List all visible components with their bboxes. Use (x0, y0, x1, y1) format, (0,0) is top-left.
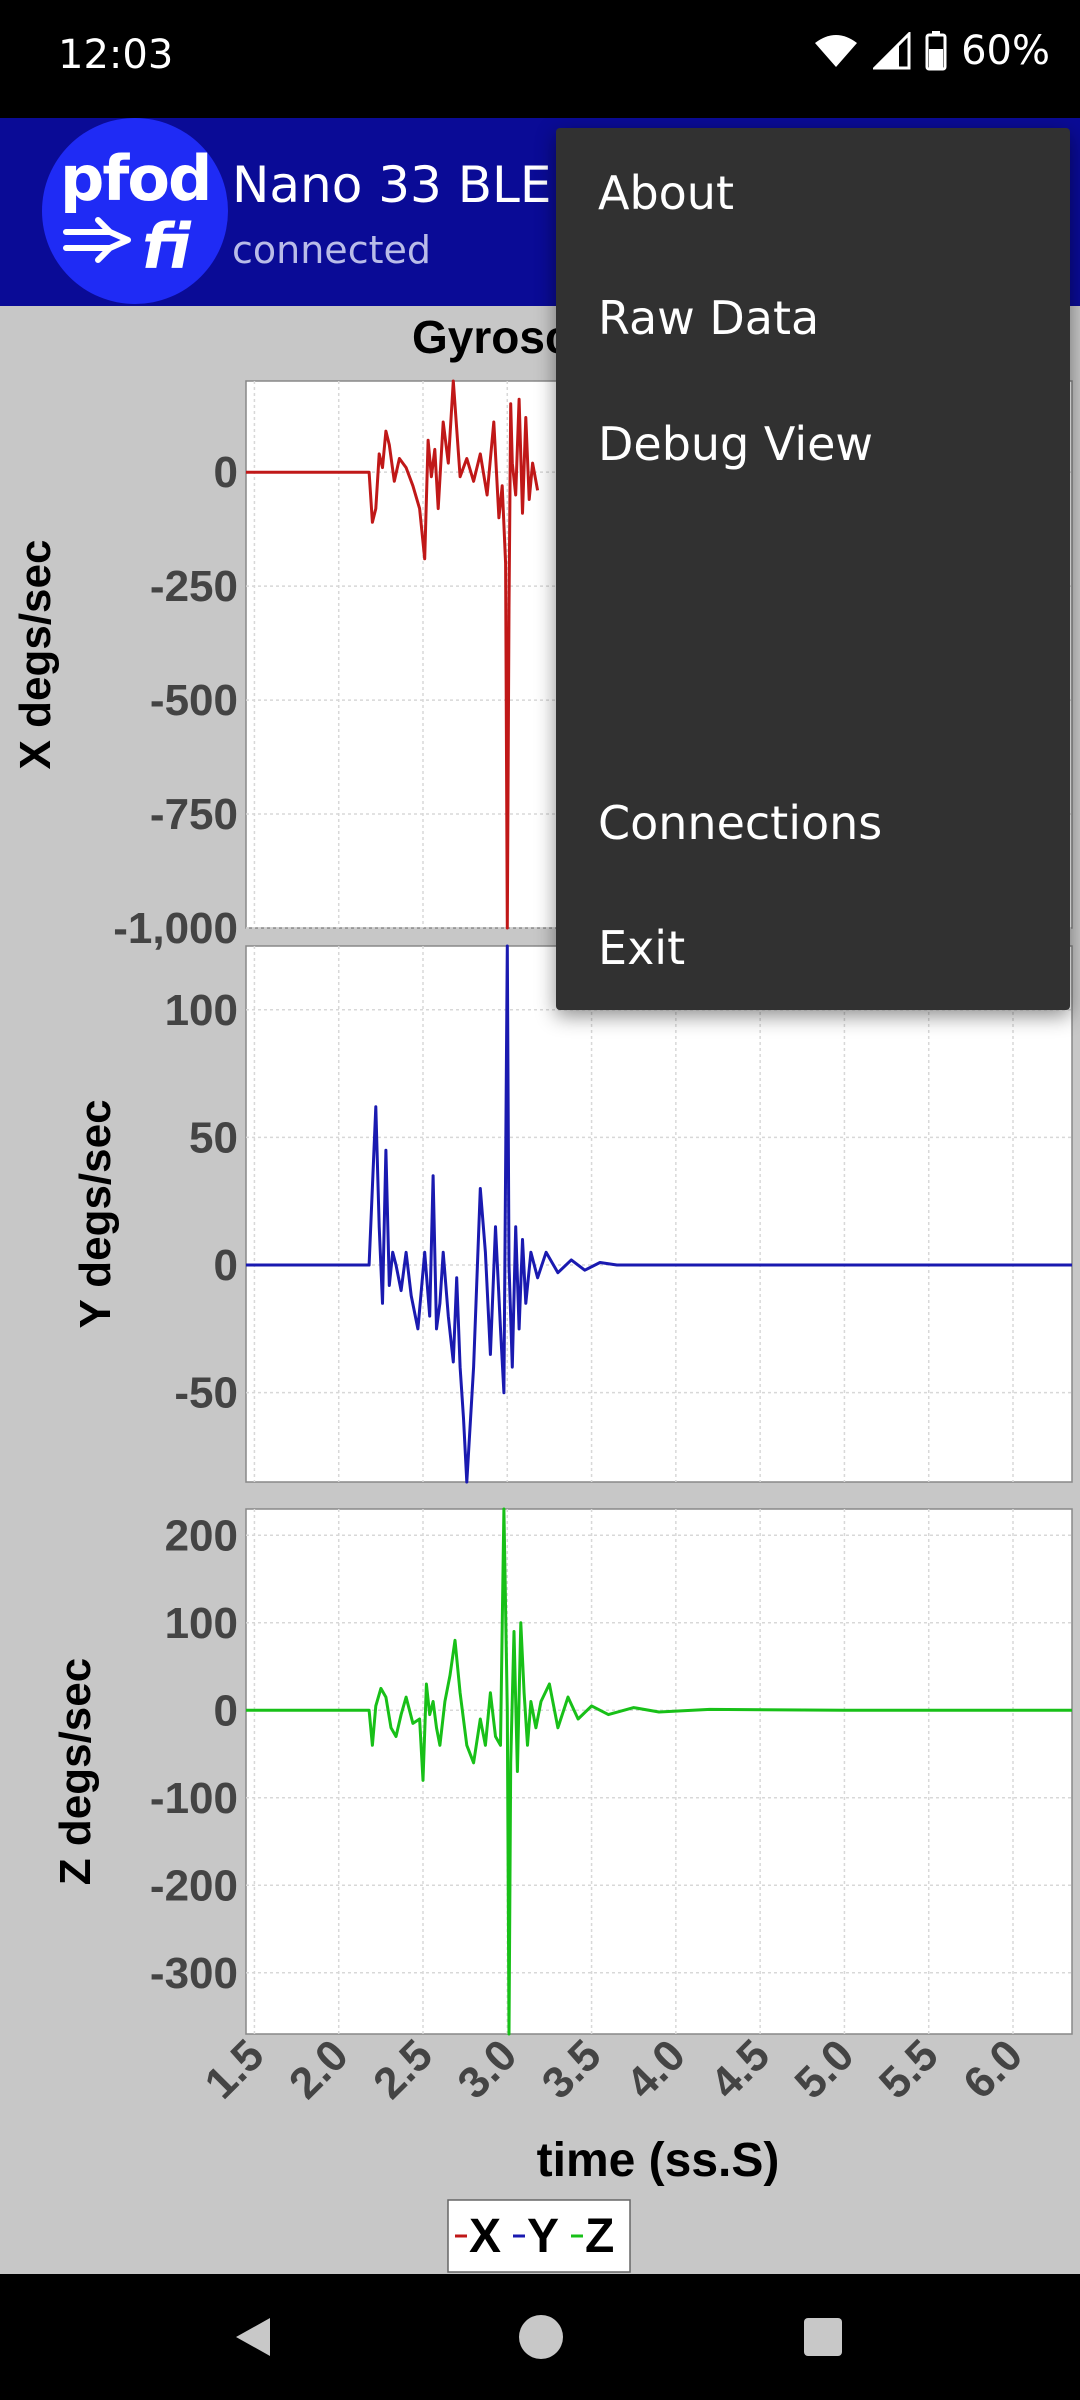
cell-signal-icon (873, 32, 911, 70)
device-title: Nano 33 BLE (232, 156, 552, 214)
back-icon[interactable] (230, 2314, 276, 2360)
y-tick-label: -200 (150, 1861, 238, 1910)
y-tick-label: 0 (214, 1686, 238, 1735)
y-tick-label: 200 (165, 1511, 238, 1560)
y-axis-label: X degs/sec (11, 540, 60, 770)
y-axis-label: Z degs/sec (51, 1658, 100, 1885)
connection-status: connected (232, 228, 431, 272)
menu-item-about[interactable]: About (598, 166, 734, 220)
y-tick-label: -750 (150, 790, 238, 839)
menu-item-debug-view[interactable]: Debug View (598, 417, 873, 471)
x-tick-label: 2.5 (364, 2030, 442, 2108)
app-logo: pfod fi (42, 118, 228, 304)
x-tick-label: 2.0 (280, 2030, 358, 2108)
x-tick-label: 3.0 (448, 2030, 526, 2108)
x-tick-label: 4.0 (617, 2030, 695, 2108)
x-tick-label: 4.5 (701, 2030, 779, 2108)
recents-icon[interactable] (802, 2316, 844, 2358)
logo-text: pfod (60, 142, 212, 215)
x-tick-label: 1.5 (196, 2030, 274, 2108)
menu-item-raw-data[interactable]: Raw Data (598, 291, 819, 345)
legend: XYZ (447, 2199, 631, 2273)
chart-title: Gyrosc (412, 311, 571, 363)
y-tick-label: 100 (165, 1599, 238, 1648)
y-tick-label: -100 (150, 1774, 238, 1823)
battery-icon (925, 31, 947, 71)
y-tick-label: 0 (214, 448, 238, 497)
navigation-bar (0, 2274, 1080, 2400)
y-tick-label: -300 (150, 1949, 238, 1998)
x-tick-label: 3.5 (533, 2030, 611, 2108)
legend-label-y: Y (527, 2210, 559, 2263)
battery-percent: 60% (961, 28, 1050, 74)
y-tick-label: 100 (165, 986, 238, 1035)
legend-label-x: X (469, 2210, 501, 2263)
y-tick-label: -250 (150, 562, 238, 611)
plot-panel (245, 1508, 1073, 2035)
menu-item-exit[interactable]: Exit (598, 921, 685, 975)
y-axis-label: Y degs/sec (71, 1099, 120, 1328)
logo-sub-text: fi (142, 210, 191, 283)
arrow-logo-icon (63, 217, 131, 263)
y-tick-label: -50 (174, 1369, 238, 1418)
status-time: 12:03 (58, 32, 174, 78)
menu-item-connections[interactable]: Connections (598, 796, 882, 850)
x-tick-label: 5.0 (786, 2030, 864, 2108)
x-tick-label: 6.0 (954, 2030, 1032, 2108)
x-axis-label: time (ss.S) (537, 2134, 780, 2187)
status-icons: 60% (813, 28, 1050, 74)
legend-label-z: Z (585, 2210, 614, 2263)
y-tick-label: -1,000 (113, 904, 238, 953)
status-bar: 12:03 60% (0, 0, 1080, 118)
y-tick-label: 0 (214, 1241, 238, 1290)
wifi-icon (815, 35, 858, 67)
overflow-menu: About Raw Data Debug View Connections Ex… (556, 128, 1070, 1010)
x-tick-label: 5.5 (870, 2030, 948, 2108)
y-tick-label: -500 (150, 676, 238, 725)
y-tick-label: 50 (189, 1113, 238, 1162)
home-icon[interactable] (516, 2312, 566, 2362)
